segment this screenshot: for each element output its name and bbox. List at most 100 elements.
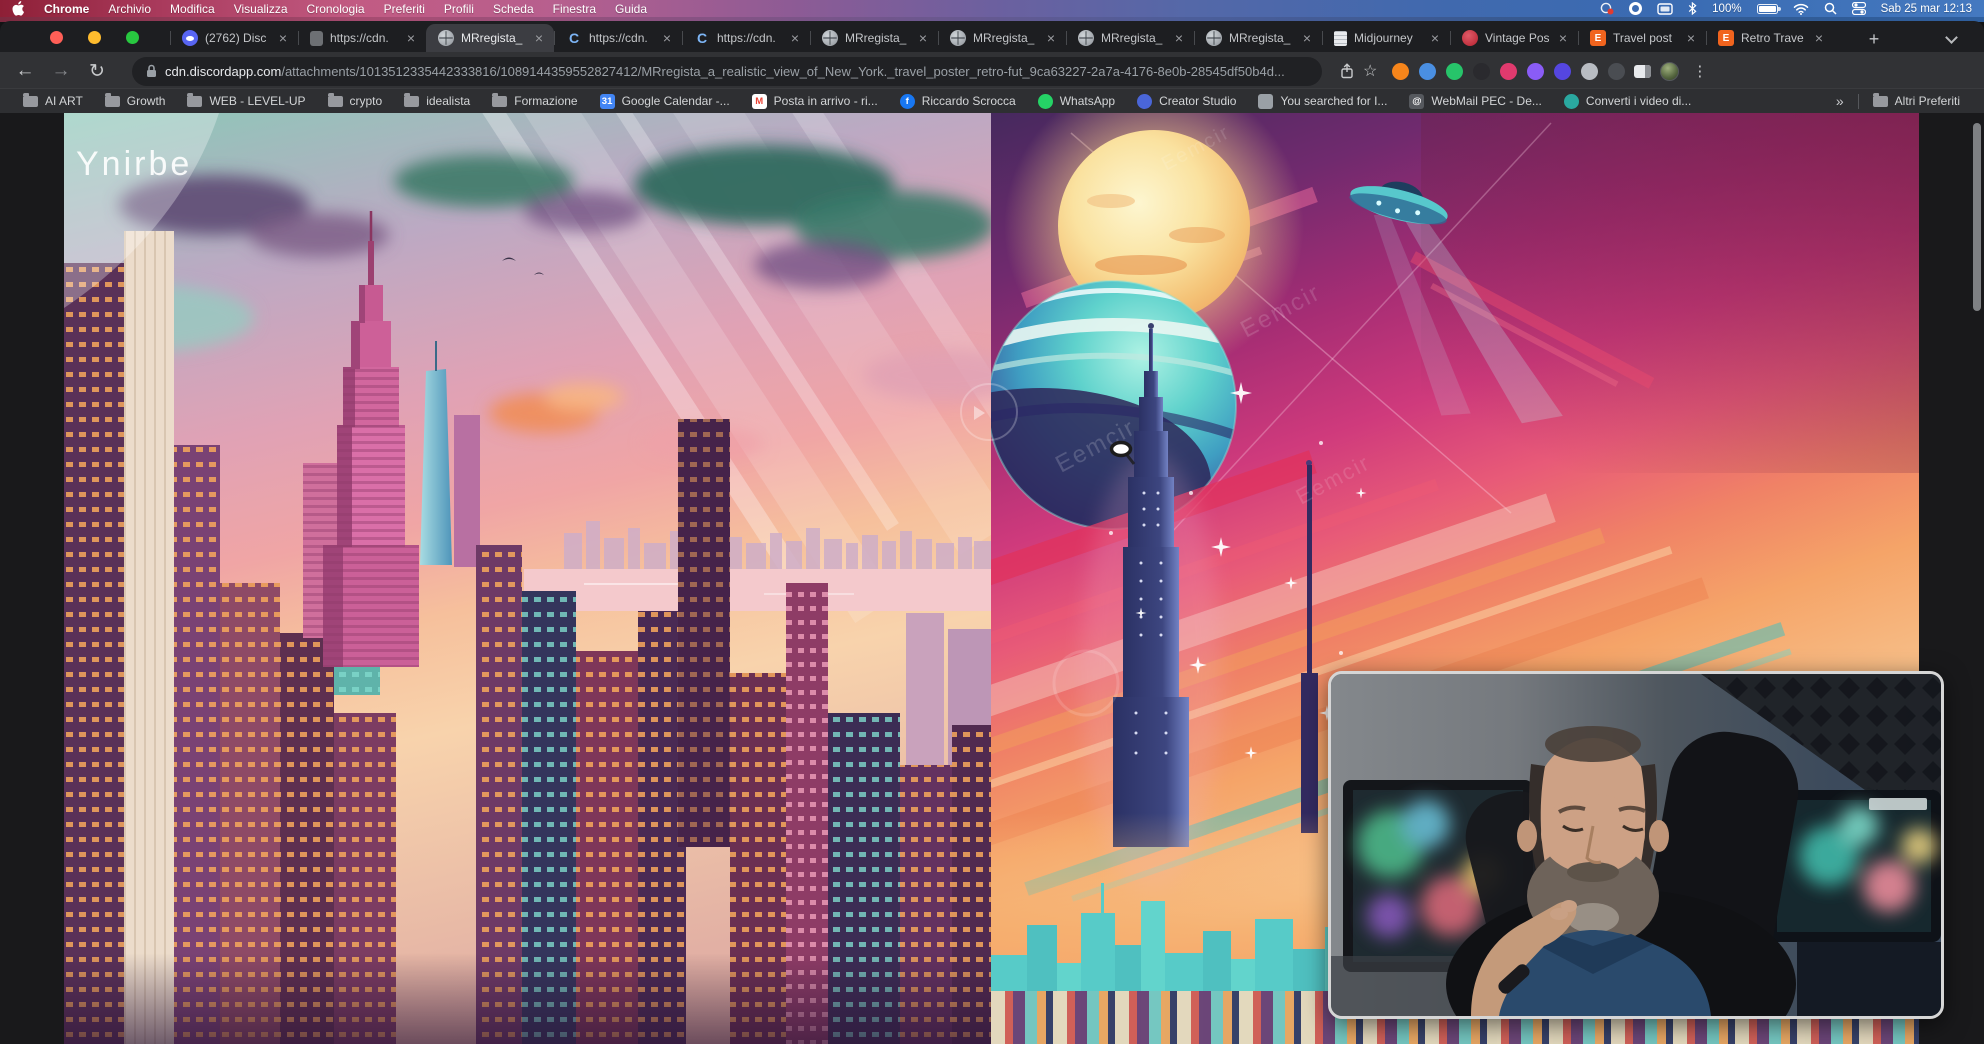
blue-extension-icon[interactable]	[1419, 63, 1436, 80]
vertical-scrollbar-thumb[interactable]	[1973, 123, 1981, 311]
menu-item[interactable]: Scheda	[493, 2, 534, 16]
tab-title: Travel post	[1613, 31, 1677, 45]
tab-close-icon[interactable]: ×	[1684, 30, 1698, 46]
bookmark-item[interactable]: Growth	[96, 92, 175, 110]
tab-close-icon[interactable]: ×	[1044, 30, 1058, 46]
bookmark-item[interactable]: 31 Google Calendar -...	[591, 92, 739, 111]
bookmark-label: Creator Studio	[1159, 94, 1236, 108]
spotlight-search-icon[interactable]	[1824, 2, 1837, 15]
bookmark-item[interactable]: Converti i video di...	[1555, 92, 1700, 111]
bookmarks-overflow-chevron[interactable]: »	[1826, 93, 1854, 109]
tab-search-chevron-icon[interactable]	[1945, 31, 1958, 44]
tab-close-icon[interactable]: ×	[1428, 30, 1442, 46]
bookmark-item[interactable]: M Posta in arrivo - ri...	[743, 92, 887, 111]
back-button[interactable]: ←	[10, 56, 40, 86]
screen-record-icon[interactable]	[1599, 2, 1614, 15]
menu-item[interactable]: Archivio	[108, 2, 151, 16]
menu-item[interactable]: Cronologia	[307, 2, 365, 16]
other-bookmarks-folder[interactable]: Altri Preferiti	[1863, 92, 1970, 110]
browser-tab[interactable]: MRregista_ ×	[1066, 24, 1194, 52]
tab-close-icon[interactable]: ×	[660, 30, 674, 46]
tab-strip: (2762) Disc × https://cdn. × MRregista_ …	[0, 21, 1984, 52]
menu-item[interactable]: Guida	[615, 2, 647, 16]
incognito-extension-icon[interactable]	[1608, 63, 1625, 80]
bookmark-item[interactable]: crypto	[319, 92, 392, 110]
indigo-extension-icon[interactable]	[1554, 63, 1571, 80]
reload-button[interactable]: ↻	[82, 56, 112, 86]
control-center-icon[interactable]	[1852, 2, 1866, 15]
tab-close-icon[interactable]: ×	[1556, 30, 1570, 46]
zoom-window-button[interactable]	[126, 31, 139, 44]
menu-bar-clock[interactable]: Sab 25 mar 12:13	[1881, 3, 1972, 15]
creator-studio-icon	[1137, 94, 1152, 109]
new-tab-button[interactable]: +	[1862, 27, 1886, 51]
browser-tab[interactable]: (2762) Disc ×	[170, 24, 298, 52]
dark-circle-extension-icon[interactable]	[1473, 63, 1490, 80]
bookmark-item[interactable]: @ WebMail PEC - De...	[1400, 92, 1550, 111]
bookmark-item[interactable]: f Riccardo Scrocca	[891, 92, 1025, 111]
tab-close-icon[interactable]: ×	[916, 30, 930, 46]
bookmark-item[interactable]: You searched for I...	[1249, 92, 1396, 111]
bookmark-star-icon[interactable]: ☆	[1363, 61, 1377, 81]
discord-favicon-icon	[182, 30, 198, 46]
bookmark-label: WEB - LEVEL-UP	[209, 94, 305, 108]
browser-tab[interactable]: Midjourney ×	[1322, 24, 1450, 52]
carousel-prev-arrow[interactable]	[960, 383, 1018, 441]
globe-favicon-icon	[822, 30, 838, 46]
bookmark-item[interactable]: WhatsApp	[1029, 92, 1124, 111]
purple-extension-icon[interactable]	[1527, 63, 1544, 80]
green-extension-icon[interactable]	[1446, 63, 1463, 80]
menu-item[interactable]: Visualizza	[234, 2, 288, 16]
tab-close-icon[interactable]: ×	[1812, 30, 1826, 46]
bluetooth-icon[interactable]	[1688, 2, 1697, 15]
menu-item[interactable]: Finestra	[553, 2, 596, 16]
minimize-window-button[interactable]	[88, 31, 101, 44]
orange-fox-extension-icon[interactable]	[1392, 63, 1409, 80]
bookmark-item[interactable]: WEB - LEVEL-UP	[178, 92, 314, 110]
left-poster-watermark: Ynirbe	[76, 145, 192, 183]
menu-item[interactable]: Chrome	[44, 2, 89, 16]
page-content: Ynirbe	[0, 113, 1984, 1044]
bookmark-item[interactable]: AI ART	[14, 92, 92, 110]
apps-grid-extension-icon[interactable]	[1581, 63, 1598, 80]
close-window-button[interactable]	[50, 31, 63, 44]
tab-close-icon[interactable]: ×	[404, 30, 418, 46]
macos-menu-bar: Chrome Archivio Modifica Visualizza Cron…	[0, 0, 1984, 17]
browser-tab[interactable]: E Retro Trave ×	[1706, 24, 1834, 52]
side-panel-icon[interactable]	[1634, 65, 1651, 78]
browser-tab[interactable]: Vintage Pos ×	[1450, 24, 1578, 52]
etsy-favicon-icon: E	[1590, 30, 1606, 46]
tab-close-icon[interactable]: ×	[532, 30, 546, 46]
address-bar[interactable]: cdn.discordapp.com/attachments/101351233…	[132, 57, 1322, 86]
tab-close-icon[interactable]: ×	[788, 30, 802, 46]
bookmark-item[interactable]: Creator Studio	[1128, 92, 1245, 111]
wifi-icon[interactable]	[1793, 3, 1809, 15]
share-icon[interactable]	[1340, 63, 1354, 79]
tab-close-icon[interactable]: ×	[276, 30, 290, 46]
donut-app-icon[interactable]	[1629, 2, 1642, 15]
tab-close-icon[interactable]: ×	[1300, 30, 1314, 46]
pink-extension-icon[interactable]	[1500, 63, 1517, 80]
browser-tab[interactable]: MRregista_ ×	[1194, 24, 1322, 52]
menu-item[interactable]: Profili	[444, 2, 474, 16]
profile-avatar[interactable]	[1660, 62, 1679, 81]
bookmark-item[interactable]: Formazione	[483, 92, 586, 110]
lock-icon[interactable]	[146, 64, 157, 78]
photos-grid-icon	[1258, 94, 1273, 109]
browser-tab[interactable]: MRregista_ ×	[810, 24, 938, 52]
browser-tab[interactable]: MRregista_ ×	[426, 24, 554, 52]
bookmark-item[interactable]: idealista	[395, 92, 479, 110]
browser-tab[interactable]: C https://cdn. ×	[682, 24, 810, 52]
tab-title: (2762) Disc	[205, 31, 269, 45]
tab-close-icon[interactable]: ×	[1172, 30, 1186, 46]
display-icon[interactable]	[1657, 3, 1673, 15]
menu-item[interactable]: Modifica	[170, 2, 215, 16]
browser-tab[interactable]: https://cdn. ×	[298, 24, 426, 52]
browser-tab[interactable]: C https://cdn. ×	[554, 24, 682, 52]
forward-button[interactable]: →	[46, 56, 76, 86]
browser-tab[interactable]: MRregista_ ×	[938, 24, 1066, 52]
chrome-menu-icon[interactable]: ⋮	[1688, 62, 1711, 80]
browser-tab[interactable]: E Travel post ×	[1578, 24, 1706, 52]
menu-item[interactable]: Preferiti	[384, 2, 425, 16]
apple-logo-icon[interactable]	[12, 1, 25, 16]
